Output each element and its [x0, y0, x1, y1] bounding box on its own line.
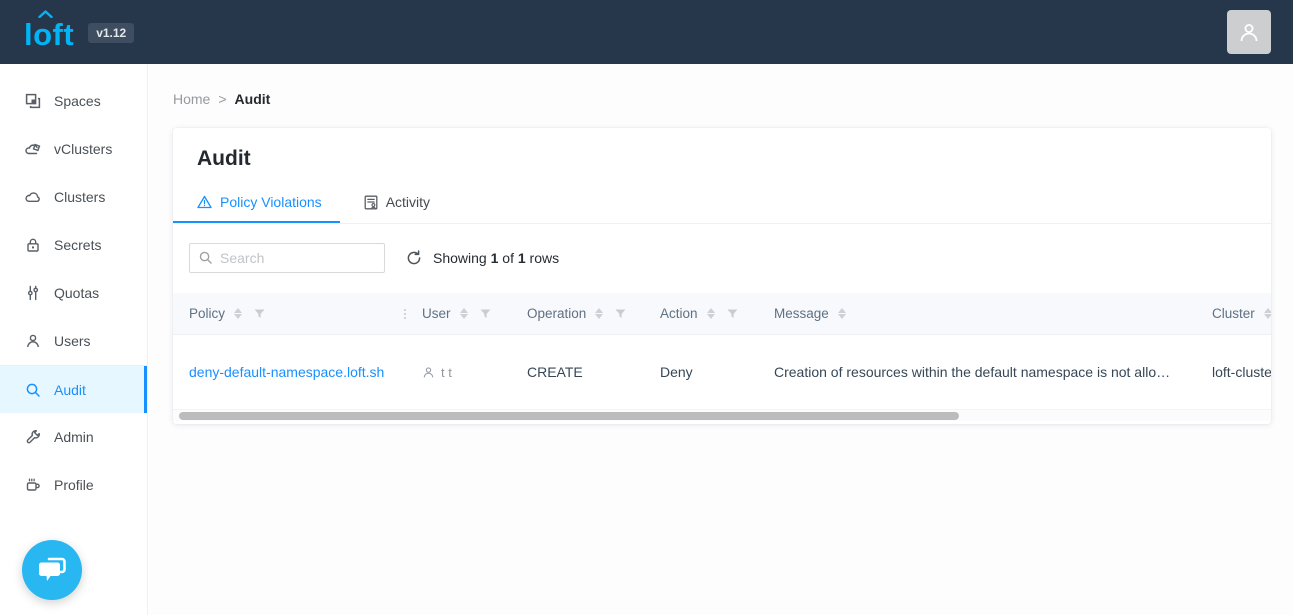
loft-logo[interactable]: loft — [24, 15, 74, 50]
audit-card: Audit Policy Violations Activity — [173, 128, 1271, 424]
sidebar-item-vclusters[interactable]: vClusters — [0, 125, 147, 173]
quotas-icon — [25, 285, 41, 301]
clusters-icon — [25, 189, 41, 205]
topbar: loft v1.12 — [0, 0, 1293, 64]
message-cell: Creation of resources within the default… — [758, 364, 1196, 380]
vclusters-icon — [25, 141, 41, 157]
sidebar-item-label: Spaces — [54, 93, 101, 109]
row-count-status: Showing 1 of 1 rows — [433, 250, 559, 266]
column-header-cluster[interactable]: Cluster — [1196, 306, 1271, 321]
column-header-message[interactable]: Message — [758, 306, 1196, 321]
page-title: Audit — [173, 128, 1271, 171]
column-header-user[interactable]: User — [406, 306, 511, 321]
operation-cell: CREATE — [511, 364, 644, 380]
table-toolbar: Showing 1 of 1 rows — [173, 224, 1271, 273]
sidebar-item-admin[interactable]: Admin — [0, 413, 147, 461]
filter-icon[interactable] — [615, 309, 626, 319]
sort-icon[interactable] — [707, 308, 715, 319]
sidebar-item-label: vClusters — [54, 141, 112, 157]
profile-cup-icon — [25, 477, 41, 493]
activity-log-icon — [364, 195, 378, 210]
sidebar-item-label: Audit — [54, 382, 86, 398]
logo-roof-icon — [38, 10, 53, 18]
sidebar-item-label: Users — [54, 333, 91, 349]
sort-icon[interactable] — [838, 308, 846, 319]
sidebar-item-quotas[interactable]: Quotas — [0, 269, 147, 317]
refresh-button[interactable] — [403, 247, 425, 269]
sort-icon[interactable] — [234, 308, 242, 319]
table: Policy User — [173, 293, 1271, 410]
users-icon — [25, 333, 41, 349]
breadcrumb-home[interactable]: Home — [173, 91, 210, 107]
column-header-policy[interactable]: Policy — [173, 306, 406, 321]
policy-link[interactable]: deny-default-namespace.loft.sh — [189, 364, 384, 380]
sidebar-item-audit[interactable]: Audit — [0, 365, 147, 413]
user-name: t t — [441, 365, 452, 380]
column-resize-handle[interactable] — [404, 309, 406, 319]
sort-icon[interactable] — [460, 308, 468, 319]
tab-bar: Policy Violations Activity — [173, 184, 1271, 224]
breadcrumb-current: Audit — [235, 91, 271, 107]
filter-icon[interactable] — [727, 309, 738, 319]
audit-search-icon — [25, 382, 41, 398]
search-icon — [198, 250, 213, 265]
scrollbar-thumb[interactable] — [179, 412, 959, 420]
person-icon — [1237, 20, 1261, 44]
action-cell: Deny — [644, 364, 758, 380]
sidebar-item-spaces[interactable]: Spaces — [0, 77, 147, 125]
breadcrumb: Home > Audit — [173, 91, 1293, 107]
main-content: Home > Audit Audit Policy Violations Act… — [149, 64, 1293, 615]
sidebar-item-secrets[interactable]: Secrets — [0, 221, 147, 269]
logo-text: loft — [24, 17, 74, 52]
version-badge: v1.12 — [88, 23, 134, 43]
table-header-row: Policy User — [173, 293, 1271, 335]
sidebar-item-users[interactable]: Users — [0, 317, 147, 365]
column-header-action[interactable]: Action — [644, 306, 758, 321]
sidebar-item-clusters[interactable]: Clusters — [0, 173, 147, 221]
sidebar-item-label: Quotas — [54, 285, 99, 301]
filter-icon[interactable] — [254, 309, 265, 319]
tab-label: Activity — [386, 194, 430, 210]
cluster-cell: loft-cluster — [1196, 364, 1271, 380]
table-row: deny-default-namespace.loft.sh t t CREAT… — [173, 335, 1271, 410]
chat-icon — [37, 556, 67, 584]
tab-activity[interactable]: Activity — [340, 184, 448, 223]
user-avatar[interactable] — [1227, 10, 1271, 54]
search-input[interactable] — [189, 243, 385, 273]
spaces-icon — [25, 93, 41, 109]
admin-wrench-icon — [25, 429, 41, 445]
warning-triangle-icon — [197, 195, 212, 209]
search-box — [189, 243, 385, 273]
chat-launcher-button[interactable] — [22, 540, 82, 600]
user-cell: t t — [422, 365, 511, 380]
sidebar-item-profile[interactable]: Profile — [0, 461, 147, 509]
tab-label: Policy Violations — [220, 194, 322, 210]
horizontal-scrollbar — [173, 410, 1271, 421]
column-header-operation[interactable]: Operation — [511, 306, 644, 321]
sidebar-item-label: Secrets — [54, 237, 101, 253]
breadcrumb-separator: > — [218, 91, 226, 107]
sidebar-item-label: Admin — [54, 429, 94, 445]
user-icon — [422, 366, 435, 379]
sort-icon[interactable] — [1264, 308, 1271, 319]
secrets-icon — [25, 237, 41, 253]
tab-policy-violations[interactable]: Policy Violations — [173, 184, 340, 223]
sidebar: Spaces vClusters Clusters Secrets Quotas… — [0, 64, 148, 615]
filter-icon[interactable] — [480, 309, 491, 319]
sort-icon[interactable] — [595, 308, 603, 319]
sidebar-item-label: Clusters — [54, 189, 105, 205]
sidebar-item-label: Profile — [54, 477, 94, 493]
